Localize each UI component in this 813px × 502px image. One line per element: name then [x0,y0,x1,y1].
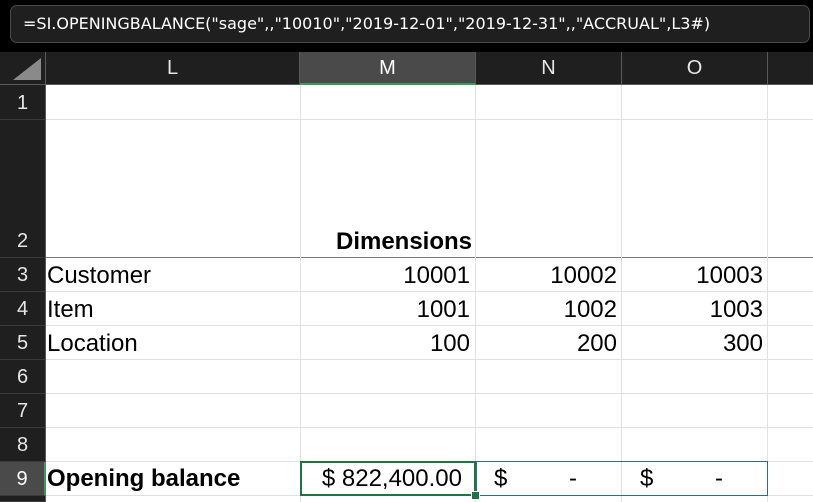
row-header-5[interactable]: 5 [0,326,46,360]
cell-m3[interactable]: 10001 [300,259,470,292]
select-all-triangle-icon [13,58,41,80]
row-header-8[interactable]: 8 [0,428,46,462]
column-header-m[interactable]: M [300,52,476,85]
grid-line [767,85,768,502]
row-header-7[interactable]: 7 [0,394,46,428]
row-header-9[interactable]: 9 [0,462,46,496]
cell-o5[interactable]: 300 [622,327,763,360]
cell-l9[interactable]: Opening balance [47,462,240,495]
spill-range-border [476,461,768,496]
spreadsheet-grid: L M N O 1 2 3 4 5 6 7 8 9 Dimensions Cus… [0,52,813,502]
row-header-1[interactable]: 1 [0,85,46,120]
grid-line [46,427,813,428]
row-header-10[interactable] [0,496,46,502]
select-all-button[interactable] [0,52,46,85]
active-cell-border [300,461,476,496]
formula-bar-area: =SI.OPENINGBALANCE("sage",,"10010","2019… [0,0,813,52]
cell-l4[interactable]: Item [47,293,94,326]
column-header-l[interactable]: L [46,52,300,85]
row-header-4[interactable]: 4 [0,292,46,326]
grid-line [46,119,813,120]
cell-o4[interactable]: 1003 [622,293,763,326]
column-header-n[interactable]: N [476,52,622,85]
row-header-6[interactable]: 6 [0,360,46,394]
cell-m4[interactable]: 1001 [300,293,470,326]
grid-line [46,393,813,394]
cell-n3[interactable]: 10002 [476,259,617,292]
formula-input[interactable]: =SI.OPENINGBALANCE("sage",,"10010","2019… [10,5,810,43]
cell-n4[interactable]: 1002 [476,293,617,326]
column-header-p[interactable] [768,52,813,85]
cell-n5[interactable]: 200 [476,327,617,360]
cell-l3[interactable]: Customer [47,259,151,292]
row-header-3[interactable]: 3 [0,258,46,292]
cell-l5[interactable]: Location [47,327,138,360]
cell-o3[interactable]: 10003 [622,259,763,292]
column-header-o[interactable]: O [622,52,768,85]
fill-handle[interactable] [471,491,480,500]
cell-m5[interactable]: 100 [300,327,470,360]
cell-m2[interactable]: Dimensions [300,225,508,258]
row-header-2[interactable]: 2 [0,120,46,258]
